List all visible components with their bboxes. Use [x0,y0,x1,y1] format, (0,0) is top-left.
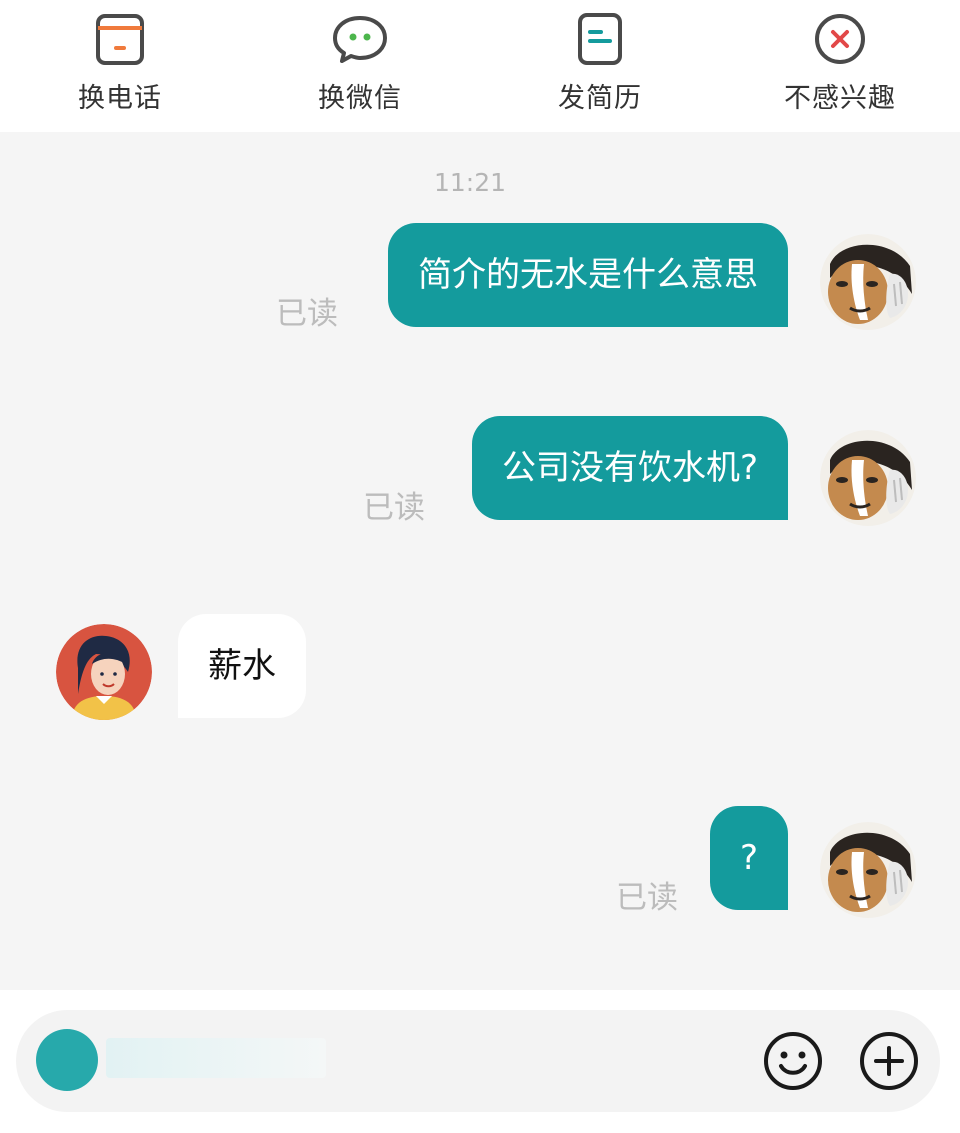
read-status: 已读 [616,880,678,916]
avatar[interactable] [820,234,916,330]
resume-icon [578,13,622,65]
exchange-wechat-label: 换微信 [318,83,402,114]
send-resume-label: 发简历 [558,83,642,114]
message-timestamp: 11:21 [433,168,507,197]
emoji-icon[interactable] [762,1030,824,1092]
dog-avatar-icon [820,234,916,330]
message-input-container [16,1010,940,1112]
exchange-phone-button[interactable]: 换电话 [0,0,240,132]
message-bubble[interactable]: 简介的无水是什么意思 [388,223,788,327]
add-icon[interactable] [858,1030,920,1092]
not-interested-icon [815,14,865,64]
action-bar: 换电话 换微信 发简历 不感兴趣 [0,0,960,132]
message-bubble[interactable]: ? [709,806,788,910]
message-input[interactable] [106,1038,326,1078]
dog-avatar-icon [820,822,916,918]
avatar[interactable] [56,624,152,720]
not-interested-label: 不感兴趣 [784,83,896,114]
woman-avatar-icon [56,624,152,720]
chat-area[interactable]: 11:21 已读 简介的无水是什么意思 已读 公司没有饮水机? 薪水 已读 ? [0,132,960,990]
exchange-phone-label: 换电话 [78,83,162,114]
input-bar [0,990,960,1133]
read-status: 已读 [276,296,338,332]
not-interested-button[interactable]: 不感兴趣 [720,0,960,132]
avatar[interactable] [820,822,916,918]
voice-toggle-button[interactable] [36,1029,98,1091]
exchange-wechat-button[interactable]: 换微信 [240,0,480,132]
send-resume-button[interactable]: 发简历 [480,0,720,132]
dog-avatar-icon [820,430,916,526]
read-status: 已读 [363,490,425,526]
message-bubble[interactable]: 公司没有饮水机? [471,416,788,520]
phone-card-icon [96,14,144,65]
message-bubble[interactable]: 薪水 [178,614,306,718]
wechat-icon [333,16,387,63]
avatar[interactable] [820,430,916,526]
